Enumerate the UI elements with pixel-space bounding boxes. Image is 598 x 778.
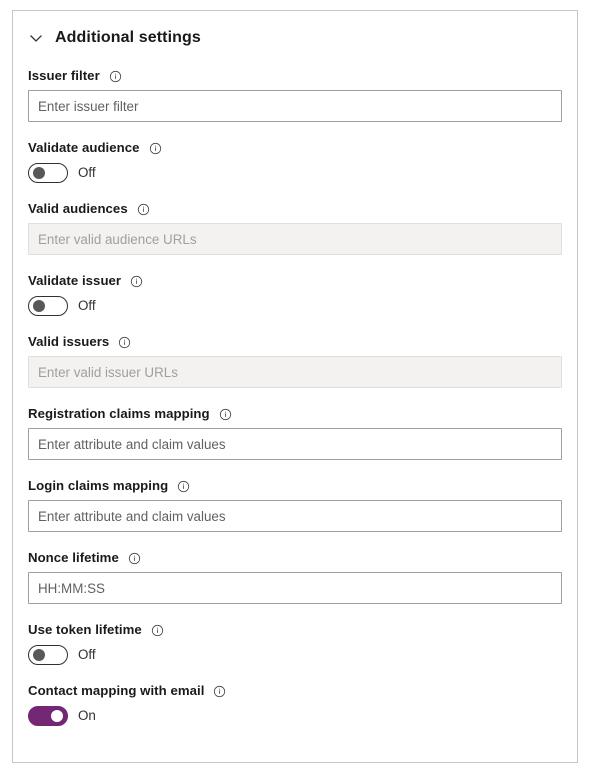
toggle-thumb (33, 167, 45, 179)
input-login-claims-mapping[interactable] (28, 500, 562, 532)
input-issuer-filter[interactable] (28, 90, 562, 122)
toggle-contact-mapping-with-email[interactable] (28, 706, 68, 726)
field-registration-claims-mapping: Registration claims mapping (28, 405, 562, 460)
field-label-nonce-lifetime: Nonce lifetime (28, 550, 119, 565)
field-issuer-filter: Issuer filter (28, 67, 562, 122)
toggle-row-validate-audience: Off (28, 162, 562, 184)
field-valid-issuers: Valid issuers (28, 333, 562, 388)
toggle-state-label-contact-mapping-with-email: On (78, 708, 96, 723)
label-row-login-claims-mapping: Login claims mapping (28, 477, 562, 495)
field-label-use-token-lifetime: Use token lifetime (28, 622, 142, 637)
field-label-registration-claims-mapping: Registration claims mapping (28, 406, 210, 421)
field-label-issuer-filter: Issuer filter (28, 68, 100, 83)
label-row-nonce-lifetime: Nonce lifetime (28, 549, 562, 567)
toggle-state-label-validate-issuer: Off (78, 298, 96, 313)
info-circle-icon[interactable] (128, 552, 141, 565)
input-valid-issuers (28, 356, 562, 388)
label-row-validate-issuer: Validate issuer (28, 272, 562, 290)
toggle-thumb (33, 649, 45, 661)
toggle-state-label-validate-audience: Off (78, 165, 96, 180)
toggle-use-token-lifetime[interactable] (28, 645, 68, 665)
label-row-issuer-filter: Issuer filter (28, 67, 562, 85)
info-circle-icon[interactable] (130, 275, 143, 288)
toggle-row-use-token-lifetime: Off (28, 644, 562, 666)
info-circle-icon[interactable] (149, 142, 162, 155)
field-validate-audience: Validate audience Off (28, 139, 562, 184)
label-row-valid-issuers: Valid issuers (28, 333, 562, 351)
input-valid-audiences (28, 223, 562, 255)
label-row-registration-claims-mapping: Registration claims mapping (28, 405, 562, 423)
info-circle-icon[interactable] (109, 70, 122, 83)
page-title: Additional settings (55, 29, 201, 46)
label-row-use-token-lifetime: Use token lifetime (28, 621, 562, 639)
chevron-down-icon[interactable] (28, 30, 44, 46)
label-row-valid-audiences: Valid audiences (28, 200, 562, 218)
toggle-row-contact-mapping-with-email: On (28, 705, 562, 727)
field-login-claims-mapping: Login claims mapping (28, 477, 562, 532)
field-use-token-lifetime: Use token lifetime Off (28, 621, 562, 666)
additional-settings-panel: Additional settings Issuer filter Validat… (12, 10, 578, 763)
input-registration-claims-mapping[interactable] (28, 428, 562, 460)
info-circle-icon[interactable] (151, 624, 164, 637)
toggle-row-validate-issuer: Off (28, 295, 562, 317)
input-nonce-lifetime[interactable] (28, 572, 562, 604)
info-circle-icon[interactable] (219, 408, 232, 421)
field-label-login-claims-mapping: Login claims mapping (28, 478, 169, 493)
toggle-state-label-use-token-lifetime: Off (78, 647, 96, 662)
field-label-validate-issuer: Validate issuer (28, 273, 122, 288)
field-label-valid-audiences: Valid audiences (28, 201, 128, 216)
info-circle-icon[interactable] (137, 203, 150, 216)
label-row-contact-mapping-with-email: Contact mapping with email (28, 682, 562, 700)
toggle-thumb (51, 710, 63, 722)
field-label-contact-mapping-with-email: Contact mapping with email (28, 683, 205, 698)
info-circle-icon[interactable] (118, 336, 131, 349)
info-circle-icon[interactable] (213, 685, 226, 698)
field-valid-audiences: Valid audiences (28, 200, 562, 255)
field-nonce-lifetime: Nonce lifetime (28, 549, 562, 604)
info-circle-icon[interactable] (177, 480, 190, 493)
section-header-additional-settings[interactable]: Additional settings (28, 25, 562, 51)
toggle-validate-issuer[interactable] (28, 296, 68, 316)
settings-field-list: Issuer filter Validate audience Off Valid a… (28, 67, 562, 727)
field-label-valid-issuers: Valid issuers (28, 334, 110, 349)
label-row-validate-audience: Validate audience (28, 139, 562, 157)
field-contact-mapping-with-email: Contact mapping with email On (28, 682, 562, 727)
toggle-thumb (33, 300, 45, 312)
field-validate-issuer: Validate issuer Off (28, 272, 562, 317)
toggle-validate-audience[interactable] (28, 163, 68, 183)
field-label-validate-audience: Validate audience (28, 140, 140, 155)
